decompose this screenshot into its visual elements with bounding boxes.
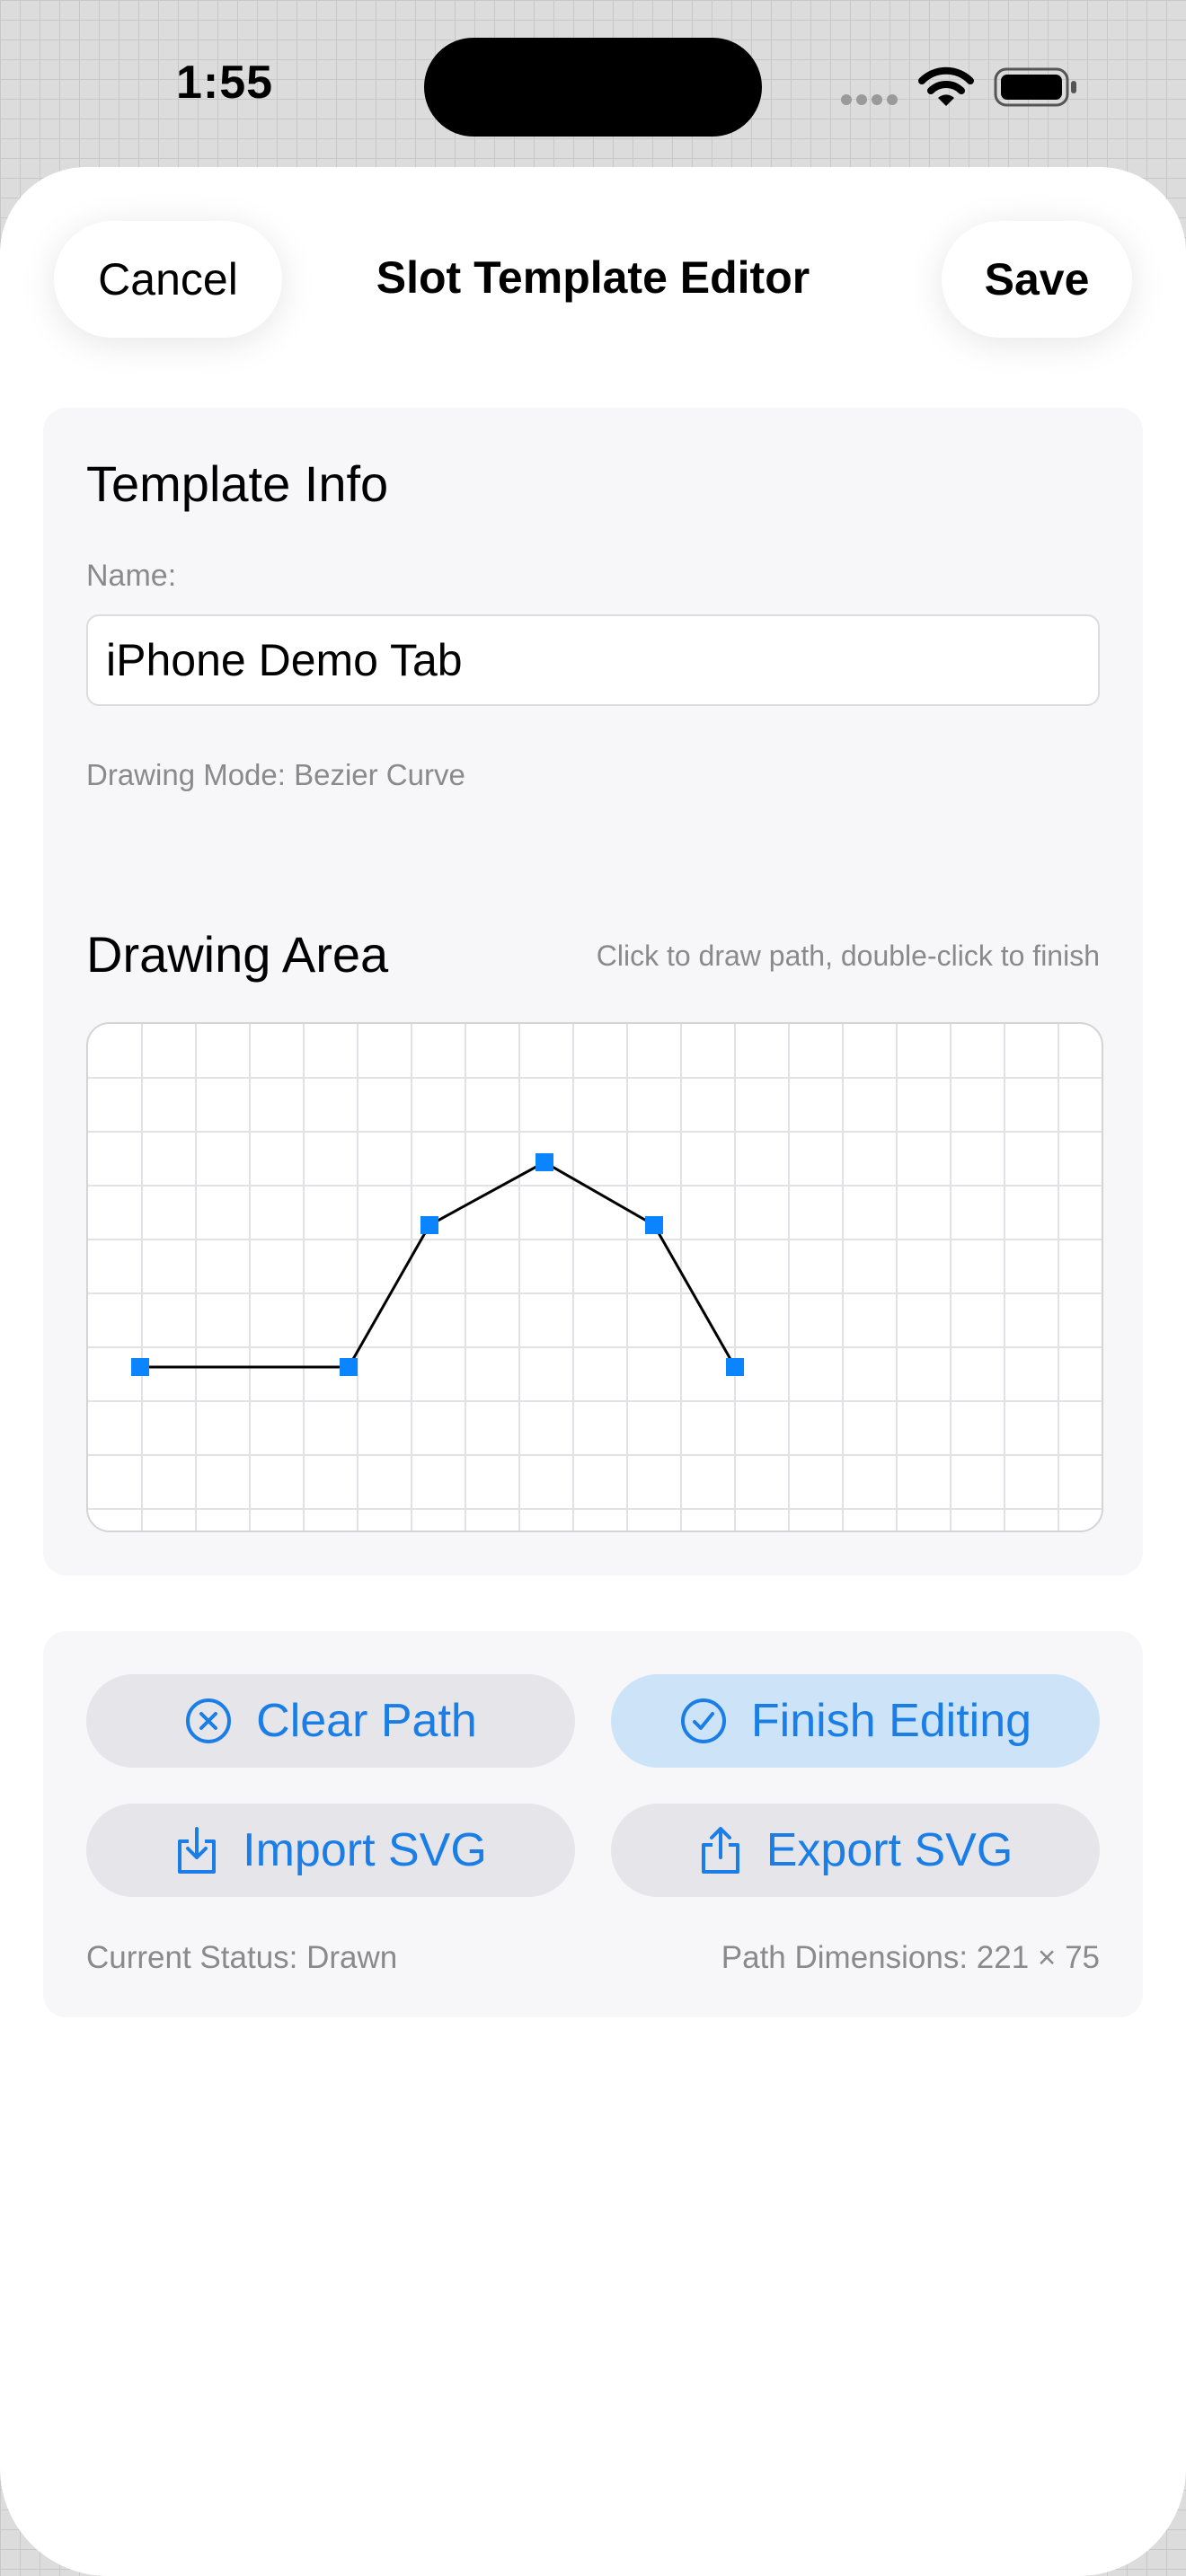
drawing-area-heading: Drawing Area [86, 926, 389, 983]
actions-card: Clear Path Finish Editing Import SVG Exp… [43, 1631, 1143, 2017]
path-point[interactable] [340, 1358, 358, 1376]
clear-path-label: Clear Path [256, 1695, 477, 1747]
wifi-icon [918, 66, 974, 106]
canvas-grid [88, 1024, 1102, 1531]
x-circle-icon [186, 1698, 232, 1743]
path-point[interactable] [131, 1358, 149, 1376]
import-svg-label: Import SVG [243, 1824, 487, 1876]
dynamic-island [424, 38, 762, 137]
finish-editing-button[interactable]: Finish Editing [611, 1674, 1100, 1768]
battery-icon [994, 67, 1076, 107]
clear-path-button[interactable]: Clear Path [86, 1674, 575, 1768]
path-point[interactable] [726, 1358, 744, 1376]
path-point[interactable] [420, 1216, 438, 1234]
export-svg-button[interactable]: Export SVG [611, 1804, 1100, 1897]
status-bar: 1:55 [0, 0, 1186, 167]
drawing-hint: Click to draw path, double-click to fini… [596, 940, 1100, 972]
drawn-path [140, 1160, 737, 1369]
path-canvas-svg[interactable] [88, 1024, 1102, 1531]
name-label: Name: [86, 559, 177, 593]
export-svg-label: Export SVG [766, 1824, 1013, 1876]
share-upload-icon [701, 1827, 739, 1874]
current-status-text: Current Status: Drawn [86, 1940, 398, 1975]
template-info-heading: Template Info [86, 455, 389, 512]
drawing-canvas[interactable] [86, 1022, 1103, 1532]
cellular-signal-icon [841, 93, 902, 110]
status-time: 1:55 [176, 57, 274, 109]
checkmark-circle-icon [680, 1698, 726, 1743]
path-point[interactable] [645, 1216, 663, 1234]
path-dimensions-text: Path Dimensions: 221 × 75 [721, 1940, 1100, 1975]
drawing-area-card: Drawing Area Click to draw path, double-… [43, 880, 1143, 1575]
drawing-mode-text: Drawing Mode: Bezier Curve [86, 758, 465, 791]
save-button[interactable]: Save [942, 221, 1132, 338]
finish-editing-label: Finish Editing [750, 1695, 1032, 1747]
import-svg-button[interactable]: Import SVG [86, 1804, 575, 1897]
editor-sheet: Cancel Slot Template Editor Save Templat… [0, 167, 1186, 2576]
path-point[interactable] [535, 1153, 553, 1171]
template-name-input[interactable] [86, 614, 1100, 706]
tray-download-icon [178, 1827, 217, 1874]
